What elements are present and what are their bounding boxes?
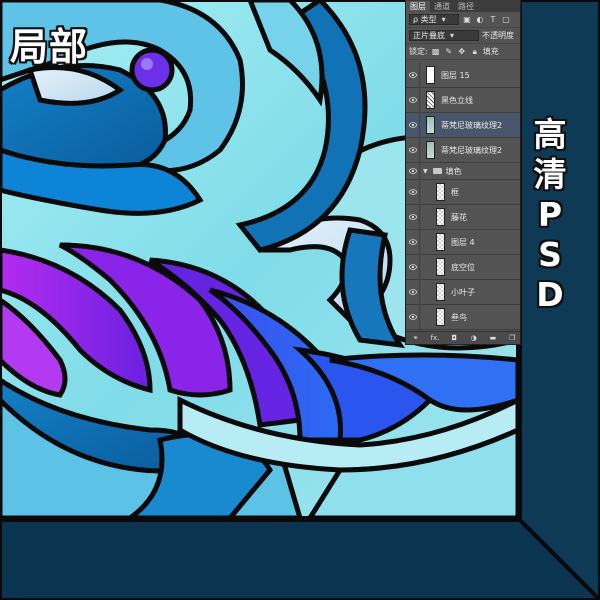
fill-label: 填充 bbox=[482, 47, 499, 56]
eye-icon[interactable] bbox=[406, 162, 420, 180]
layer-thumbnail bbox=[436, 208, 445, 226]
eye-icon[interactable] bbox=[406, 204, 420, 230]
layer-thumbnail bbox=[436, 258, 445, 276]
layer-item-selected[interactable]: 蒂梵尼玻璃纹理2 bbox=[406, 112, 520, 138]
tab-paths[interactable]: 路径 bbox=[454, 1, 478, 12]
layer-item[interactable]: 蒂梵尼玻璃纹理2 bbox=[406, 137, 520, 163]
layer-thumbnail bbox=[426, 91, 435, 109]
blend-mode-select[interactable]: 正片叠底 ▾ bbox=[409, 30, 479, 41]
layer-name: 蒂梵尼玻璃纹理2 bbox=[441, 120, 503, 130]
filter-kind-select[interactable]: ρ 类型 ▾ bbox=[409, 14, 459, 25]
layer-item[interactable]: 图层 4 bbox=[406, 229, 520, 255]
folder-icon[interactable]: ▬ bbox=[488, 334, 498, 342]
blend-row: 正片叠底 ▾ 不透明度 bbox=[406, 28, 520, 44]
layers-panel: 图层 通道 路径 ρ 类型 ▾ ▣ ◐ T ▢ 正片叠底 ▾ 不透明度 锁定: … bbox=[405, 0, 521, 345]
opacity-label: 不透明度 bbox=[482, 31, 514, 40]
eye-icon[interactable] bbox=[406, 137, 420, 163]
layer-item[interactable]: 底空位 bbox=[406, 254, 520, 280]
panel-tabs: 图层 通道 路径 bbox=[406, 0, 520, 12]
lock-label: 锁定: bbox=[409, 47, 428, 56]
eye-icon[interactable] bbox=[406, 62, 420, 88]
fx-icon[interactable]: fx. bbox=[430, 334, 440, 342]
layer-group[interactable]: ▼ 填色 bbox=[406, 162, 520, 180]
eye-icon[interactable] bbox=[406, 112, 420, 138]
layer-name: 填色 bbox=[445, 166, 462, 176]
layer-thumbnail bbox=[436, 183, 445, 201]
layer-item[interactable]: 叁鸟 bbox=[406, 304, 520, 330]
chevron-down-icon: ▾ bbox=[441, 15, 446, 24]
hd-label-char: 清 bbox=[533, 155, 567, 194]
layer-name: 蒂梵尼玻璃纹理2 bbox=[441, 145, 503, 155]
lock-pixels-icon[interactable]: ▩ bbox=[431, 47, 441, 57]
layer-name: 叁鸟 bbox=[451, 312, 467, 322]
layer-thumbnail bbox=[436, 308, 445, 326]
layer-thumbnail bbox=[436, 283, 445, 301]
layer-list: 图层 15 黑色立线 蒂梵尼玻璃纹理2 蒂梵尼玻璃纹理2 ▼ 填色 框 藤花 图… bbox=[406, 62, 520, 330]
mask-icon[interactable]: ◘ bbox=[449, 334, 459, 342]
hd-label-char: 高 bbox=[533, 115, 567, 154]
link-icon[interactable]: ⚭ bbox=[411, 334, 421, 342]
eye-icon[interactable] bbox=[406, 229, 420, 255]
layer-name: 小叶子 bbox=[451, 287, 475, 297]
layer-name: 图层 4 bbox=[451, 237, 475, 247]
layer-name: 框 bbox=[451, 187, 459, 197]
lock-row: 锁定: ▩ ✎ ✥ 🔒︎ 填充 bbox=[406, 44, 520, 60]
folder-icon bbox=[432, 168, 442, 174]
hd-psd-label: 高 清 P S D bbox=[530, 115, 570, 315]
tab-layers[interactable]: 图层 bbox=[406, 1, 430, 12]
filter-row: ρ 类型 ▾ ▣ ◐ T ▢ bbox=[406, 12, 520, 28]
hd-label-char: S bbox=[538, 235, 562, 274]
layer-item[interactable]: 图层 15 bbox=[406, 62, 520, 88]
layer-name: 藤花 bbox=[451, 212, 467, 222]
filter-kind-value: ρ 类型 bbox=[413, 15, 437, 24]
eye-icon[interactable] bbox=[406, 87, 420, 113]
shape-filter-icon[interactable]: ▢ bbox=[501, 15, 511, 25]
layer-name: 图层 15 bbox=[441, 70, 470, 80]
layer-thumbnail bbox=[426, 116, 435, 134]
layer-item[interactable]: 黑色立线 bbox=[406, 87, 520, 113]
eye-icon[interactable] bbox=[406, 304, 420, 330]
layer-name: 底空位 bbox=[451, 262, 475, 272]
hd-label-char: P bbox=[537, 195, 563, 234]
adjustment-filter-icon[interactable]: ◐ bbox=[475, 15, 485, 25]
lock-position-icon[interactable]: ✥ bbox=[457, 47, 467, 57]
adjustment-icon[interactable]: ◑ bbox=[469, 334, 479, 342]
new-layer-icon[interactable]: ❐ bbox=[507, 334, 517, 342]
chevron-down-icon[interactable]: ▼ bbox=[423, 168, 428, 175]
image-filter-icon[interactable]: ▣ bbox=[462, 15, 472, 25]
eye-icon[interactable] bbox=[406, 179, 420, 205]
lock-all-icon[interactable]: 🔒︎ bbox=[470, 47, 480, 57]
eye-icon[interactable] bbox=[406, 254, 420, 280]
lock-paint-icon[interactable]: ✎ bbox=[444, 47, 454, 57]
layer-item[interactable]: 小叶子 bbox=[406, 279, 520, 305]
type-filter-icon[interactable]: T bbox=[488, 15, 498, 25]
blend-mode-value: 正片叠底 bbox=[413, 31, 445, 40]
layer-item[interactable]: 框 bbox=[406, 179, 520, 205]
layer-item[interactable]: 藤花 bbox=[406, 204, 520, 230]
detail-label: 局部 bbox=[10, 25, 89, 69]
layer-name: 黑色立线 bbox=[441, 95, 473, 105]
hd-label-char: D bbox=[536, 275, 564, 314]
panel-footer: ⚭ fx. ◘ ◑ ▬ ❐ bbox=[406, 331, 520, 344]
layer-thumbnail bbox=[426, 66, 435, 84]
tab-channels[interactable]: 通道 bbox=[430, 1, 454, 12]
eye-icon[interactable] bbox=[406, 279, 420, 305]
chevron-down-icon: ▾ bbox=[449, 31, 454, 40]
layer-thumbnail bbox=[436, 233, 445, 251]
layer-thumbnail bbox=[426, 141, 435, 159]
